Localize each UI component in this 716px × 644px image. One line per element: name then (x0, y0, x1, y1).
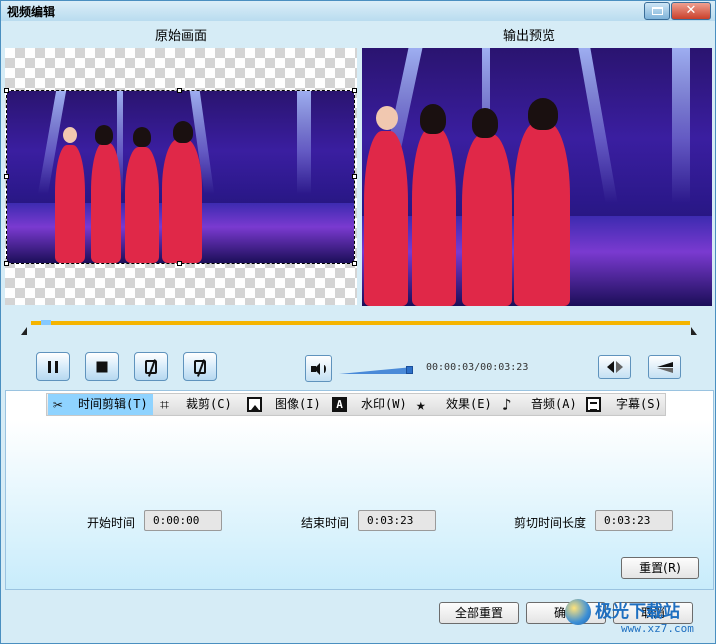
maximize-button[interactable] (644, 2, 670, 20)
crop-handle[interactable] (4, 174, 9, 179)
tab-time-trim[interactable]: 时间剪辑(T) (48, 394, 153, 415)
stop-icon (96, 361, 108, 372)
set-end-button[interactable] (183, 352, 217, 381)
duration-label: 剪切时间长度 (514, 516, 587, 530)
set-start-button[interactable] (134, 352, 168, 381)
timeline-track[interactable] (31, 321, 690, 325)
volume-knob[interactable] (406, 366, 413, 374)
mark-start-icon (145, 359, 157, 374)
start-time-input[interactable]: 0:00:00 (144, 510, 222, 531)
reset-all-button[interactable]: 全部重置 (439, 602, 519, 624)
edit-tabs-panel (5, 390, 714, 590)
site-url: www.xz7.com (621, 622, 694, 635)
flip-horizontal-icon (607, 361, 623, 373)
tab-watermark[interactable]: A 水印(W) (332, 394, 412, 415)
scissors-icon (53, 394, 68, 415)
maximize-icon (652, 7, 663, 15)
crop-selection-box[interactable] (4, 88, 357, 266)
crop-handle[interactable] (4, 88, 9, 93)
tab-effects[interactable]: 效果(E) (416, 394, 494, 415)
flip-vertical-icon (657, 362, 675, 374)
start-time-label: 开始时间 (87, 516, 136, 530)
crop-handle[interactable] (4, 261, 9, 266)
crop-handle[interactable] (177, 88, 182, 93)
mark-end-icon (194, 359, 206, 374)
trim-start-marker[interactable] (21, 327, 27, 335)
reset-button[interactable]: 重置(R) (621, 557, 699, 579)
stop-button[interactable] (85, 352, 119, 381)
trim-end-marker[interactable] (691, 327, 697, 335)
output-video-frame (362, 48, 712, 306)
watermark-icon: A (332, 397, 347, 412)
tab-subtitle[interactable]: 字幕(S) (585, 394, 665, 415)
flip-vertical-button[interactable] (648, 355, 681, 379)
output-preview-label: 输出预览 (503, 29, 556, 44)
speaker-icon (311, 363, 327, 375)
crop-handle[interactable] (177, 261, 182, 266)
title-bar[interactable]: 视频编辑 ✕ (1, 1, 715, 21)
end-time-label: 结束时间 (301, 516, 350, 530)
close-button[interactable]: ✕ (671, 2, 711, 20)
image-icon (247, 397, 262, 412)
subtitle-icon (586, 397, 601, 412)
window-title: 视频编辑 (7, 5, 56, 19)
site-watermark: 极光下载站 www.xz7.com (565, 595, 715, 643)
video-edit-window: 视频编辑 ✕ 原始画面 输出预览 00:00:03/00:03:23 ✂ 时间剪… (0, 0, 716, 644)
tab-audio[interactable]: 音频(A) (500, 394, 580, 415)
end-time-input[interactable]: 0:03:23 (358, 510, 436, 531)
flip-horizontal-button[interactable] (598, 355, 631, 379)
site-logo-icon (565, 599, 591, 625)
crop-handle[interactable] (352, 174, 357, 179)
volume-slider[interactable] (339, 366, 413, 374)
tab-crop[interactable]: 裁剪(C) (158, 394, 240, 415)
star-icon (416, 394, 431, 415)
pause-button[interactable] (36, 352, 70, 381)
close-icon: ✕ (685, 3, 697, 18)
time-readout: 00:00:03/00:03:23 (426, 362, 529, 373)
crop-handle[interactable] (352, 88, 357, 93)
pause-icon (48, 360, 58, 373)
duration-input[interactable]: 0:03:23 (595, 510, 673, 531)
tab-image[interactable]: 图像(I) (246, 394, 326, 415)
mute-button[interactable] (305, 355, 332, 382)
crop-icon (160, 394, 175, 415)
music-note-icon (500, 394, 515, 415)
original-preview-label: 原始画面 (155, 29, 208, 44)
timeline-playhead[interactable] (41, 320, 51, 325)
site-name: 极光下载站 (595, 602, 680, 622)
crop-handle[interactable] (352, 261, 357, 266)
